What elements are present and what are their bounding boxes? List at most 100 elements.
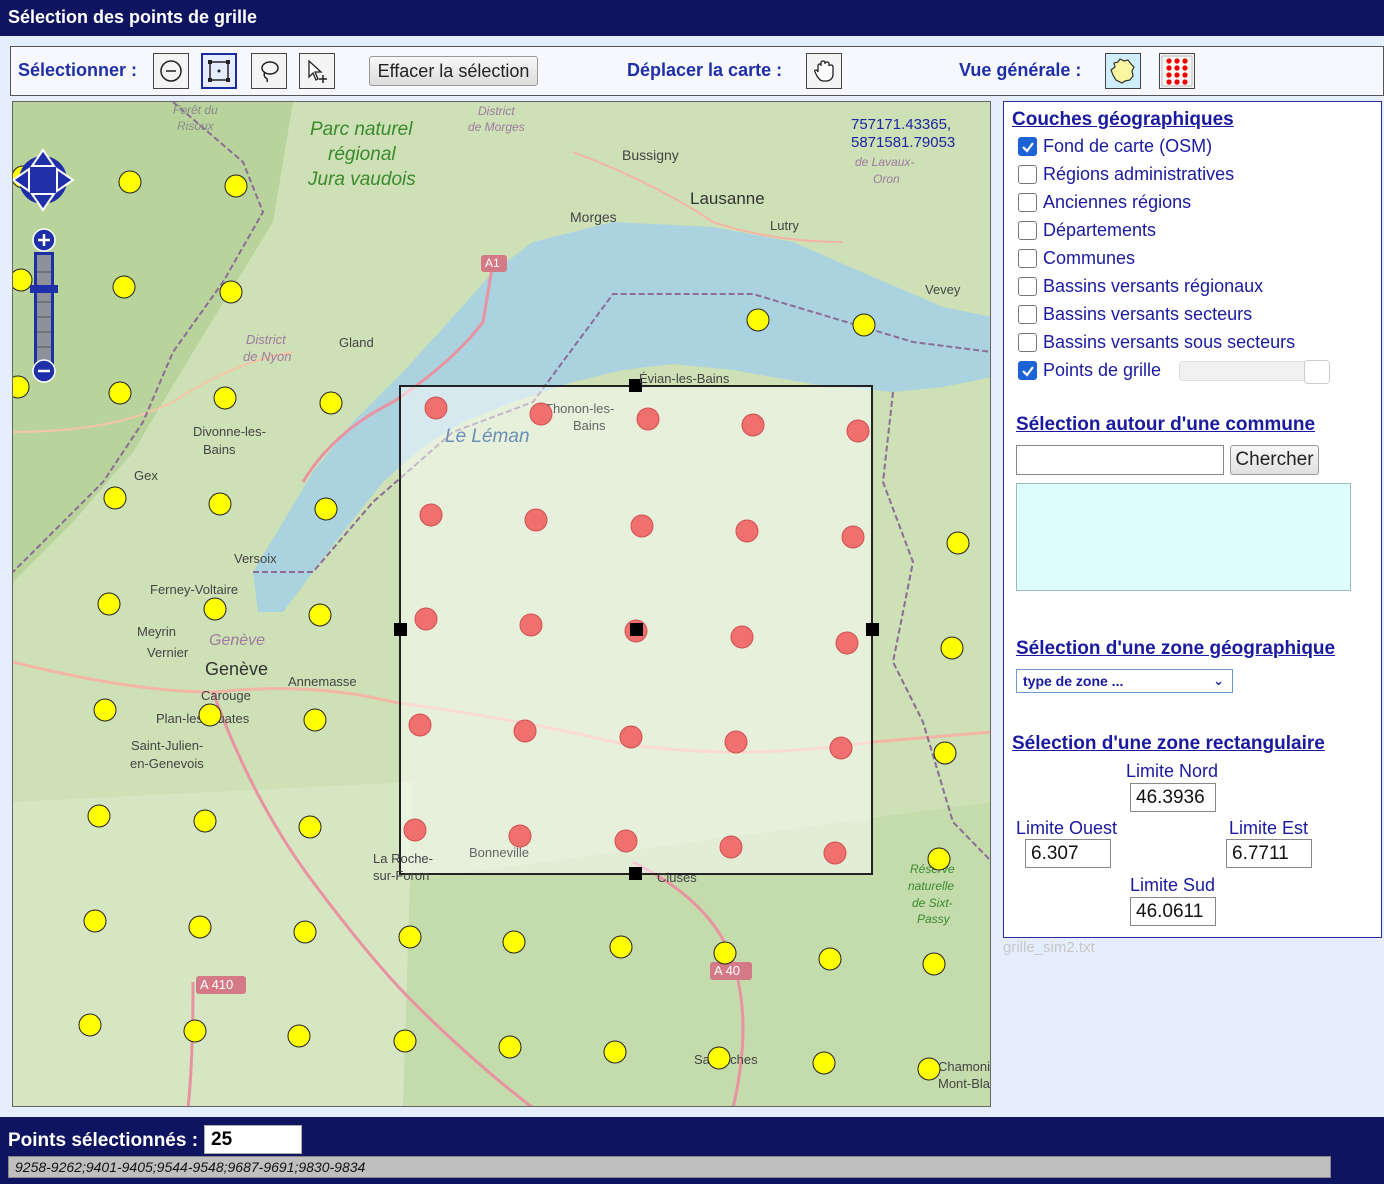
- selected-grid-point[interactable]: [414, 607, 438, 631]
- layer-item[interactable]: Anciennes régions: [1018, 192, 1191, 213]
- selected-grid-point[interactable]: [724, 730, 748, 754]
- grid-point[interactable]: [193, 809, 217, 833]
- grid-point[interactable]: [213, 386, 237, 410]
- selected-grid-point[interactable]: [529, 402, 553, 426]
- grid-point[interactable]: [940, 636, 964, 660]
- grid-point[interactable]: [917, 1057, 941, 1081]
- grid-point[interactable]: [293, 920, 317, 944]
- layer-checkbox[interactable]: [1018, 193, 1037, 212]
- grid-opacity-slider[interactable]: [1179, 360, 1330, 384]
- layer-item[interactable]: Bassins versants régionaux: [1018, 276, 1263, 297]
- selected-grid-point[interactable]: [835, 631, 859, 655]
- selected-grid-point[interactable]: [619, 725, 643, 749]
- layer-item[interactable]: Bassins versants sous secteurs: [1018, 332, 1295, 353]
- commune-results[interactable]: [1016, 483, 1351, 591]
- selected-grid-point[interactable]: [741, 413, 765, 437]
- selected-grid-point[interactable]: [508, 824, 532, 848]
- grid-point[interactable]: [498, 1035, 522, 1059]
- grid-point[interactable]: [319, 391, 343, 415]
- grid-point[interactable]: [946, 531, 970, 555]
- search-button[interactable]: Chercher: [1230, 445, 1319, 475]
- zone-type-select[interactable]: type de zone ... ⌄: [1016, 669, 1233, 693]
- grid-point[interactable]: [87, 804, 111, 828]
- layer-item[interactable]: Fond de carte (OSM): [1018, 136, 1212, 157]
- layer-checkbox[interactable]: [1018, 361, 1037, 380]
- selected-grid-point[interactable]: [841, 525, 865, 549]
- select-add-button[interactable]: [299, 53, 335, 89]
- pan-map-button[interactable]: [806, 53, 842, 89]
- sud-input[interactable]: [1130, 897, 1216, 926]
- grid-point[interactable]: [922, 952, 946, 976]
- overview-france-button[interactable]: [1105, 53, 1141, 89]
- selected-grid-point[interactable]: [636, 407, 660, 431]
- grid-point[interactable]: [13, 268, 33, 292]
- selected-grid-point[interactable]: [424, 396, 448, 420]
- grid-point[interactable]: [707, 1046, 731, 1070]
- grid-point[interactable]: [287, 1024, 311, 1048]
- layers-title[interactable]: Couches géographiques: [1012, 109, 1234, 131]
- grid-point[interactable]: [713, 941, 737, 965]
- layer-checkbox[interactable]: [1018, 137, 1037, 156]
- select-box-button[interactable]: [201, 53, 237, 89]
- grid-point[interactable]: [108, 381, 132, 405]
- layer-item[interactable]: Bassins versants secteurs: [1018, 304, 1252, 325]
- commune-title[interactable]: Sélection autour d'une commune: [1016, 414, 1315, 436]
- grid-point[interactable]: [927, 847, 951, 871]
- grid-point[interactable]: [812, 1051, 836, 1075]
- layer-item[interactable]: Points de grille: [1018, 360, 1161, 381]
- selected-grid-point[interactable]: [419, 503, 443, 527]
- grid-point[interactable]: [118, 170, 142, 194]
- map-svg[interactable]: Forêt du Risoux Parc naturel régional Jura v…: [13, 102, 991, 1107]
- commune-input[interactable]: [1016, 445, 1224, 475]
- map-canvas[interactable]: Forêt du Risoux Parc naturel régional Jura v…: [12, 101, 991, 1107]
- layer-item[interactable]: Communes: [1018, 248, 1135, 269]
- grid-point[interactable]: [203, 597, 227, 621]
- overview-grid-button[interactable]: [1159, 53, 1195, 89]
- ouest-input[interactable]: [1025, 839, 1111, 868]
- grid-point[interactable]: [219, 280, 243, 304]
- grid-point[interactable]: [112, 275, 136, 299]
- select-point-button[interactable]: [153, 53, 189, 89]
- zone-title[interactable]: Sélection d'une zone géographique: [1016, 638, 1335, 660]
- rect-title[interactable]: Sélection d'une zone rectangulaire: [1012, 733, 1325, 755]
- grid-point[interactable]: [208, 492, 232, 516]
- selected-grid-point[interactable]: [524, 508, 548, 532]
- selected-grid-point[interactable]: [513, 719, 537, 743]
- selected-grid-point[interactable]: [630, 514, 654, 538]
- grid-point[interactable]: [97, 592, 121, 616]
- grid-point[interactable]: [502, 930, 526, 954]
- layer-item[interactable]: Départements: [1018, 220, 1156, 241]
- grid-point[interactable]: [83, 909, 107, 933]
- grid-point[interactable]: [818, 947, 842, 971]
- grid-point[interactable]: [933, 741, 957, 765]
- grid-point[interactable]: [198, 703, 222, 727]
- grid-point[interactable]: [603, 1040, 627, 1064]
- selected-grid-point[interactable]: [730, 625, 754, 649]
- selected-grid-point[interactable]: [519, 613, 543, 637]
- grid-point[interactable]: [303, 708, 327, 732]
- selected-grid-point[interactable]: [408, 713, 432, 737]
- grid-point[interactable]: [188, 915, 212, 939]
- grid-point[interactable]: [78, 1013, 102, 1037]
- clear-selection-button[interactable]: Effacer la sélection: [369, 56, 538, 86]
- selected-grid-point[interactable]: [403, 818, 427, 842]
- layer-checkbox[interactable]: [1018, 277, 1037, 296]
- layer-checkbox[interactable]: [1018, 249, 1037, 268]
- grid-point[interactable]: [393, 1029, 417, 1053]
- selected-grid-point[interactable]: [614, 829, 638, 853]
- grid-point[interactable]: [103, 486, 127, 510]
- grid-point[interactable]: [308, 603, 332, 627]
- grid-point[interactable]: [398, 925, 422, 949]
- grid-point[interactable]: [314, 497, 338, 521]
- selected-grid-point[interactable]: [846, 419, 870, 443]
- grid-point[interactable]: [746, 308, 770, 332]
- selected-grid-point[interactable]: [829, 736, 853, 760]
- select-lasso-button[interactable]: [251, 53, 287, 89]
- layer-checkbox[interactable]: [1018, 333, 1037, 352]
- slider-handle[interactable]: [1304, 360, 1330, 384]
- selected-grid-point[interactable]: [735, 519, 759, 543]
- selected-grid-point[interactable]: [719, 835, 743, 859]
- layer-checkbox[interactable]: [1018, 221, 1037, 240]
- layer-checkbox[interactable]: [1018, 305, 1037, 324]
- grid-point[interactable]: [298, 815, 322, 839]
